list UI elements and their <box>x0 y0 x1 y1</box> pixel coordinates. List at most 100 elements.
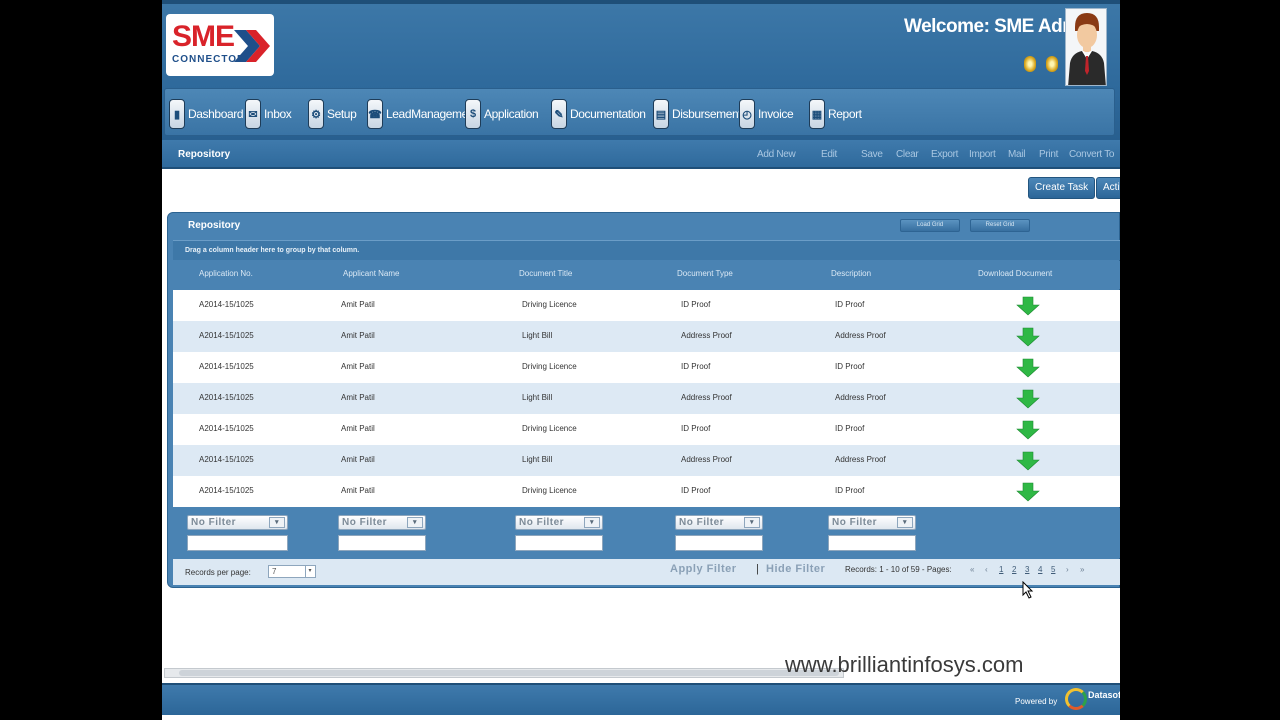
filter-label: No Filter <box>191 517 237 528</box>
page-link-1[interactable]: 1 <box>999 565 1003 574</box>
col-download-document[interactable]: Download Document <box>978 269 1052 278</box>
load-grid-button[interactable]: Load Grid <box>900 219 960 232</box>
download-arrow-icon[interactable] <box>1016 482 1040 502</box>
download-arrow-icon[interactable] <box>1016 296 1040 316</box>
page-link-5[interactable]: 5 <box>1051 565 1055 574</box>
edit-button[interactable]: Edit <box>821 149 837 160</box>
filter-select-applicant-name[interactable]: No Filter ▾ <box>338 515 426 530</box>
print-button[interactable]: Print <box>1039 149 1058 160</box>
apply-filter-link[interactable]: Apply Filter <box>670 563 737 575</box>
col-document-type[interactable]: Document Type <box>677 269 733 278</box>
filter-input-applicant-name[interactable] <box>338 535 426 551</box>
user-avatar-icon <box>1066 9 1106 85</box>
cell-application-no: A2014-15/1025 <box>199 455 254 464</box>
page-link-4[interactable]: 4 <box>1038 565 1042 574</box>
filter-input-document-type[interactable] <box>675 535 763 551</box>
table-row[interactable]: A2014-15/1025 Amit Patil Driving Licence ID… <box>173 476 1120 507</box>
table-row[interactable]: A2014-15/1025 Amit Patil Driving Licence ID… <box>173 414 1120 445</box>
user-avatar[interactable] <box>1065 8 1107 86</box>
cell-document-type: ID Proof <box>681 424 711 433</box>
cell-applicant-name: Amit Patil <box>341 362 375 371</box>
cell-description: ID Proof <box>835 424 865 433</box>
filter-select-document-title[interactable]: No Filter ▾ <box>515 515 603 530</box>
col-applicant-name[interactable]: Applicant Name <box>343 269 399 278</box>
table-row[interactable]: A2014-15/1025 Amit Patil Light Bill Address… <box>173 321 1120 352</box>
filter-input-application-no[interactable] <box>187 535 288 551</box>
nav-dashboard[interactable]: ▮ Dashboard <box>169 97 244 131</box>
invoice-icon: ◴ <box>739 99 755 129</box>
records-per-page-label: Records per page: <box>185 568 251 577</box>
sme-connector-logo[interactable]: SME CONNECTOR <box>166 14 274 76</box>
col-application-no[interactable]: Application No. <box>199 269 253 278</box>
nav-dashboard-label: Dashboard <box>188 107 244 121</box>
download-arrow-icon[interactable] <box>1016 420 1040 440</box>
activity-button[interactable]: Acti <box>1096 177 1120 199</box>
watermark-text: www.brilliantinfosys.com <box>785 652 1024 677</box>
create-task-button[interactable]: Create Task <box>1028 177 1096 199</box>
cell-document-title: Driving Licence <box>522 424 577 433</box>
filter-row: No Filter ▾ No Filter ▾ No Filter ▾ No Filt… <box>173 508 1120 558</box>
settings-icon[interactable] <box>1046 56 1058 72</box>
nav-documentation[interactable]: ✎ Documentation <box>551 97 646 131</box>
nav-invoice[interactable]: ◴ Invoice <box>739 97 794 131</box>
filter-select-document-type[interactable]: No Filter ▾ <box>675 515 763 530</box>
download-arrow-icon[interactable] <box>1016 451 1040 471</box>
prev-page-icon[interactable]: ‹ <box>985 565 988 574</box>
add-new-button[interactable]: Add New <box>757 149 796 160</box>
nav-setup-label: Setup <box>327 107 357 121</box>
export-button[interactable]: Export <box>931 149 958 160</box>
documentation-icon: ✎ <box>551 99 567 129</box>
hide-filter-link[interactable]: Hide Filter <box>766 563 825 575</box>
inbox-icon: ✉ <box>245 99 261 129</box>
nav-lead-management[interactable]: ☎ LeadManagement <box>367 97 478 131</box>
page-link-2[interactable]: 2 <box>1012 565 1016 574</box>
group-by-bar[interactable]: Drag a column header here to group by th… <box>173 240 1120 260</box>
download-arrow-icon[interactable] <box>1016 389 1040 409</box>
filter-select-description[interactable]: No Filter ▾ <box>828 515 916 530</box>
powered-by-text: Powered by <box>1015 697 1058 706</box>
table-row[interactable]: A2014-15/1025 Amit Patil Driving Licence ID… <box>173 352 1120 383</box>
main-navigation: ▮ Dashboard ✉ Inbox ⚙ Setup ☎ LeadManage… <box>164 88 1115 136</box>
footer: Powered by Datasoft <box>162 683 1120 715</box>
import-button[interactable]: Import <box>969 149 996 160</box>
last-page-icon[interactable]: » <box>1080 565 1084 574</box>
nav-disbursement[interactable]: ▤ Disbursement <box>653 97 742 131</box>
table-row[interactable]: A2014-15/1025 Amit Patil Light Bill Address… <box>173 383 1120 414</box>
cell-document-type: ID Proof <box>681 300 711 309</box>
scrollbar-thumb[interactable] <box>179 670 839 676</box>
datasoft-logo-icon <box>1065 688 1087 710</box>
col-document-title[interactable]: Document Title <box>519 269 572 278</box>
page-link-3[interactable]: 3 <box>1025 565 1029 574</box>
mail-button[interactable]: Mail <box>1008 149 1025 160</box>
notification-icon[interactable] <box>1024 56 1036 72</box>
setup-icon: ⚙ <box>308 99 324 129</box>
cell-applicant-name: Amit Patil <box>341 424 375 433</box>
cell-applicant-name: Amit Patil <box>341 455 375 464</box>
col-description[interactable]: Description <box>831 269 871 278</box>
save-button[interactable]: Save <box>861 149 883 160</box>
dropdown-caret-icon: ▾ <box>305 566 314 577</box>
nav-inbox[interactable]: ✉ Inbox <box>245 97 292 131</box>
table-row[interactable]: A2014-15/1025 Amit Patil Light Bill Address… <box>173 445 1120 476</box>
dashboard-icon: ▮ <box>169 99 185 129</box>
nav-setup[interactable]: ⚙ Setup <box>308 97 357 131</box>
download-arrow-icon[interactable] <box>1016 327 1040 347</box>
records-per-page-value: 7 <box>272 567 277 576</box>
reset-grid-button[interactable]: Reset Grid <box>970 219 1030 232</box>
grid-title: Repository <box>188 220 241 231</box>
download-arrow-icon[interactable] <box>1016 358 1040 378</box>
nav-report[interactable]: ▦ Report <box>809 97 862 131</box>
records-per-page-select[interactable]: 7 ▾ <box>268 565 316 578</box>
horizontal-scrollbar[interactable] <box>164 668 844 678</box>
filter-input-document-title[interactable] <box>515 535 603 551</box>
table-row[interactable]: A2014-15/1025 Amit Patil Driving Licence ID… <box>173 290 1120 321</box>
nav-application[interactable]: $ Application <box>465 97 539 131</box>
filter-input-description[interactable] <box>828 535 916 551</box>
convert-to-button[interactable]: Convert To <box>1069 149 1114 160</box>
nav-report-label: Report <box>828 107 862 121</box>
filter-select-application-no[interactable]: No Filter ▾ <box>187 515 288 530</box>
next-page-icon[interactable]: › <box>1066 565 1069 574</box>
first-page-icon[interactable]: « <box>970 565 974 574</box>
repository-grid-panel: Repository Load Grid Reset Grid Drag a c… <box>167 212 1120 588</box>
clear-button[interactable]: Clear <box>896 149 919 160</box>
